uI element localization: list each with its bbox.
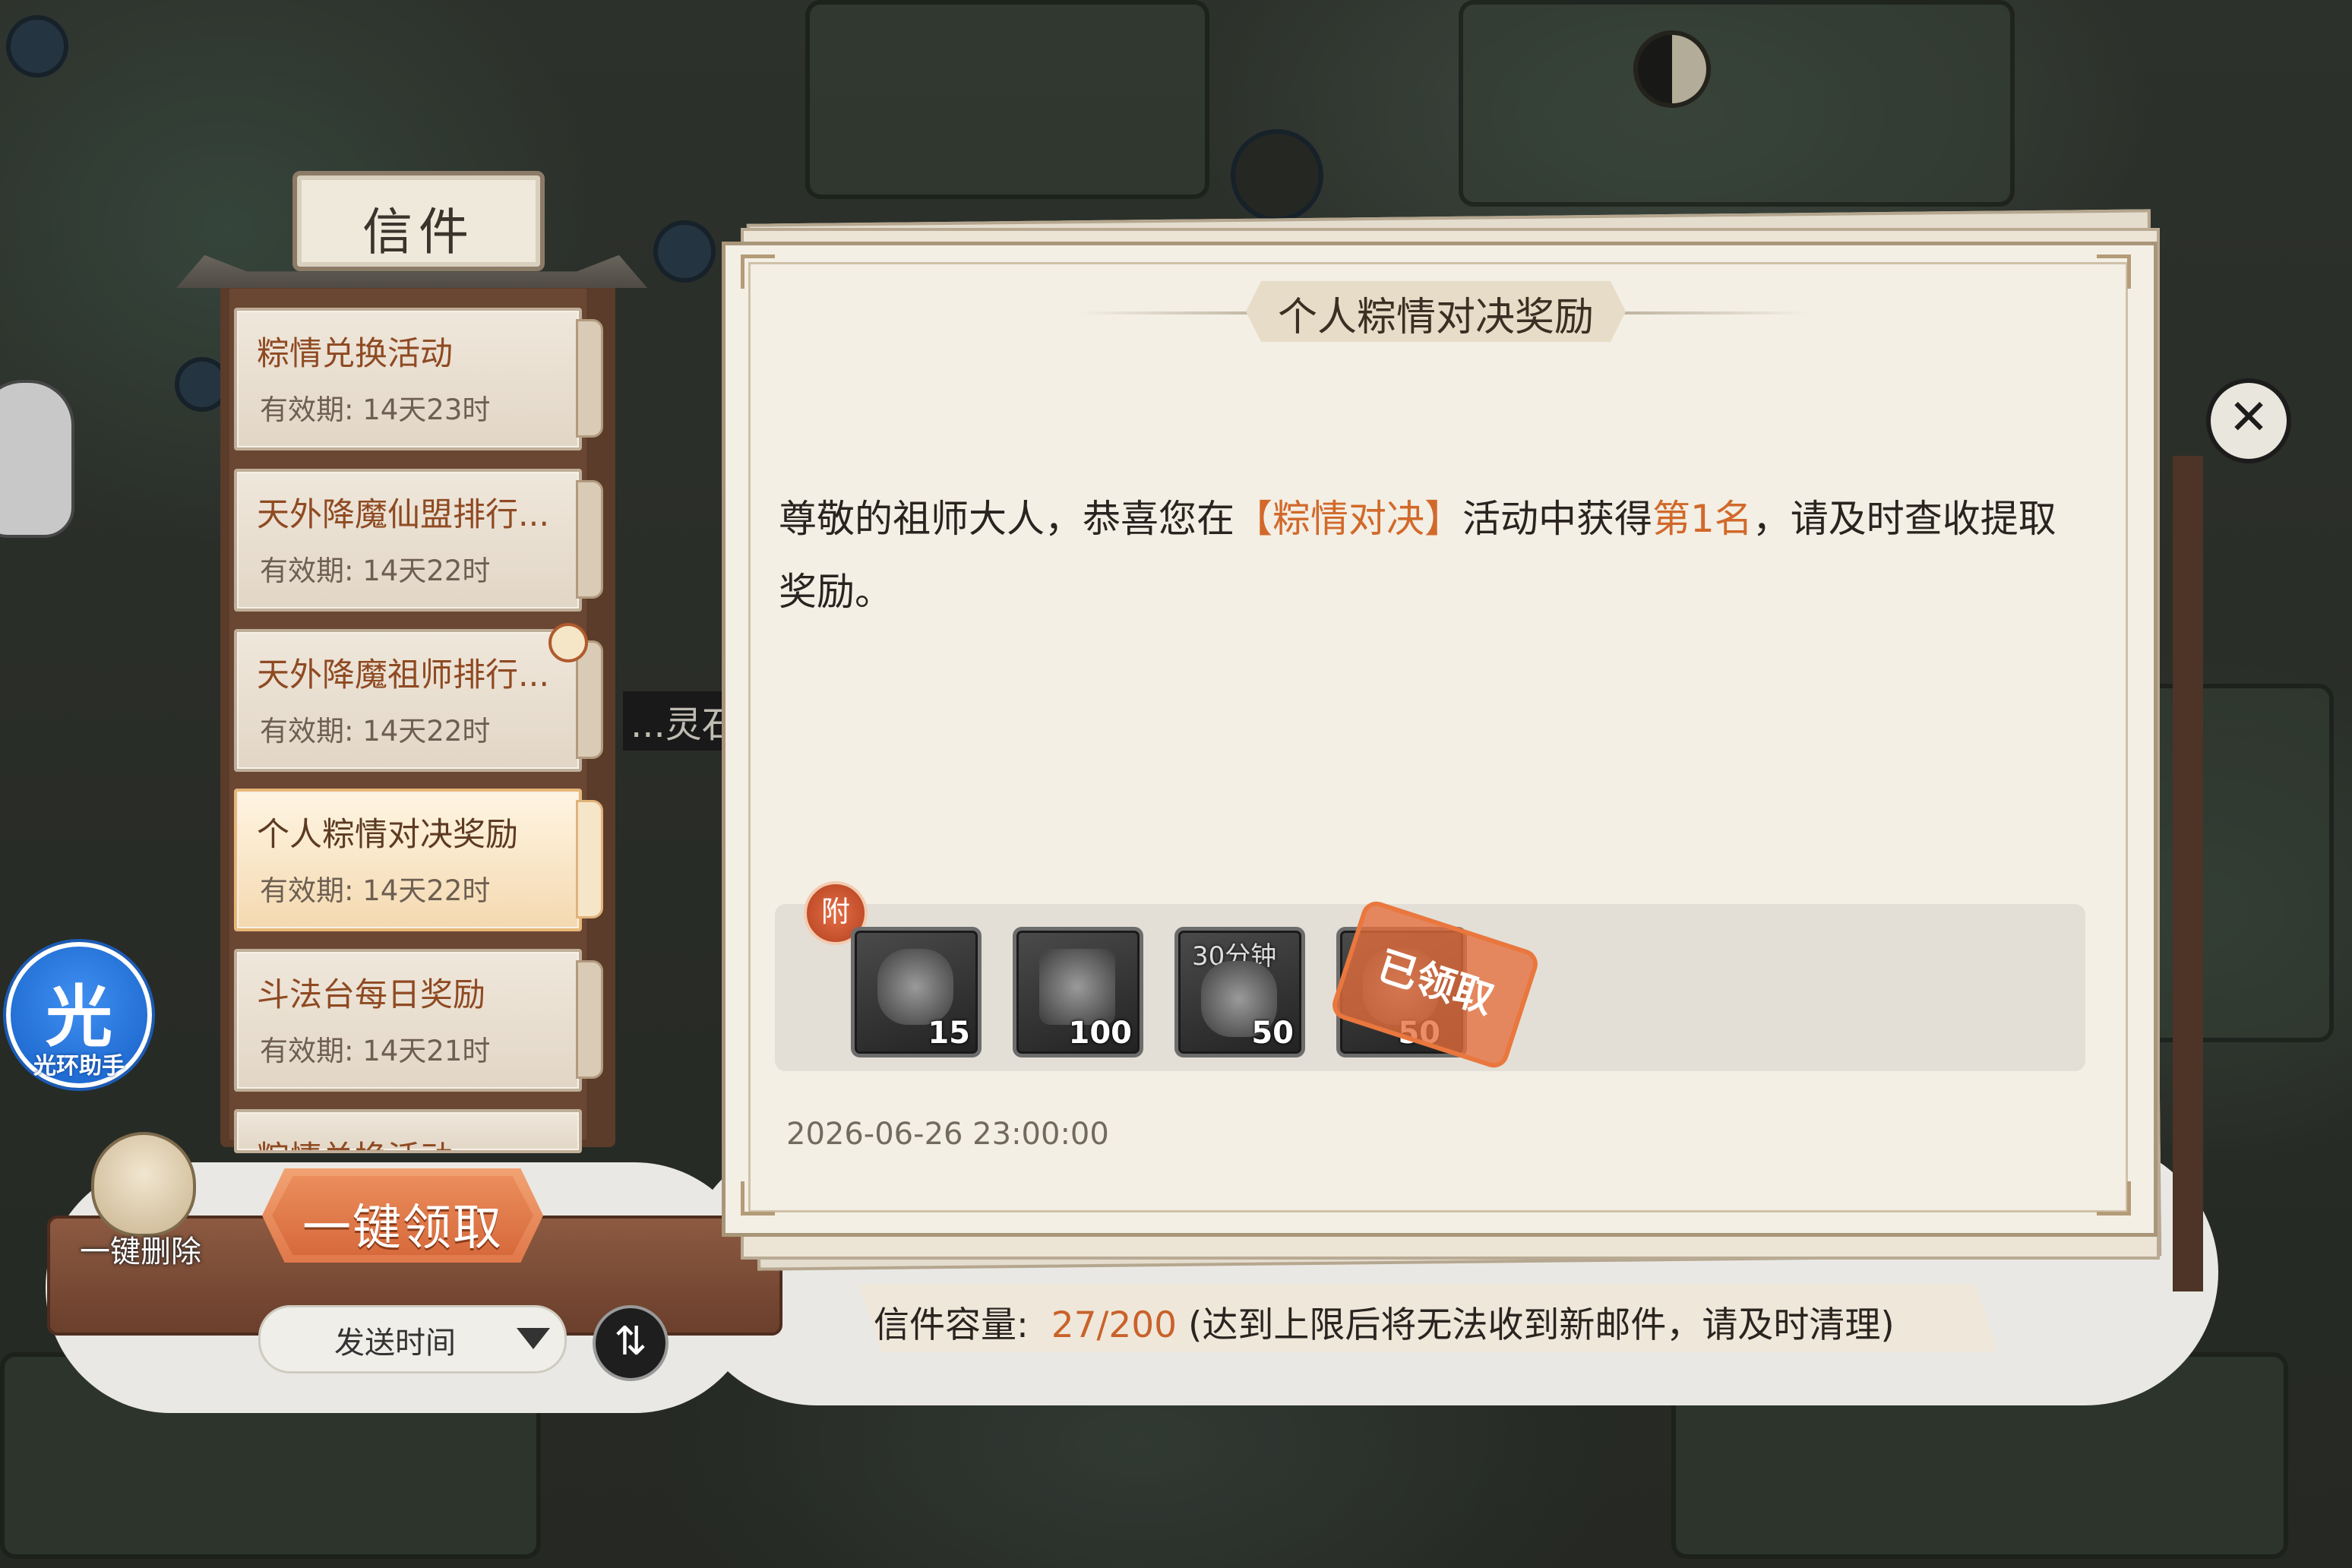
letter-pole: [2173, 456, 2203, 1291]
letter-date: 2026-06-26 23:00:00: [786, 1117, 1109, 1152]
mail-item-validity: 有效期: 14天22时: [260, 715, 491, 748]
letter-title: 个人粽情对决奖励: [1277, 295, 1594, 340]
letter-rank: 第1名: [1652, 497, 1753, 541]
attachment-slot[interactable]: 15: [851, 927, 982, 1057]
sort-dropdown-value: 发送时间: [334, 1326, 456, 1361]
mail-item[interactable]: 天外降魔祖师排行... 有效期: 14天22时: [234, 629, 582, 772]
mail-item-validity: 有效期: 14天23时: [260, 394, 491, 426]
capacity-label: 信件容量:: [874, 1304, 1029, 1346]
triangle-down-icon: [517, 1328, 550, 1349]
letter-body: 尊敬的祖师大人，恭喜您在【粽情对决】活动中获得第1名，请及时查收提取奖励。: [779, 482, 2070, 628]
mail-item-validity: 有效期: 14天22时: [260, 874, 491, 907]
mail-item[interactable]: 斗法台每日奖励 有效期: 14天21时: [234, 949, 582, 1092]
delete-all-button[interactable]: 一键删除: [61, 1227, 220, 1271]
attachment-slot[interactable]: 100: [1013, 927, 1143, 1057]
capacity-note: (达到上限后将无法收到新邮件，请及时清理): [1188, 1304, 1895, 1346]
mail-item-title: 个人粽情对决奖励: [257, 816, 518, 854]
mail-item[interactable]: 粽情兑换活动 有效期: 14天23时: [234, 308, 582, 450]
corner-ornament: [2097, 254, 2131, 289]
mail-item-tab: [576, 960, 603, 1079]
mail-item-tab: [576, 480, 603, 599]
mail-item-validity: 有效期: 14天22时: [260, 555, 491, 587]
sort-order-icon[interactable]: ⇅: [593, 1305, 669, 1381]
attachment-slot[interactable]: 30分钟 50: [1174, 927, 1305, 1057]
mail-item-title: 粽情兑换活动: [257, 1132, 453, 1150]
cloth-bag-icon[interactable]: [91, 1132, 196, 1237]
mail-item-title: 天外降魔祖师排行...: [257, 656, 550, 694]
close-icon[interactable]: ✕: [2206, 378, 2291, 463]
attachment-count: 100: [1068, 1016, 1133, 1051]
claimed-stamp-label: 已领取: [1372, 943, 1500, 1023]
mail-item-validity: 有效期: 14天21时: [260, 1035, 491, 1067]
assistant-logo-char: 光: [45, 978, 112, 1056]
treasure-chest-icon: [1039, 949, 1115, 1025]
mail-item-title: 粽情兑换活动: [257, 335, 453, 373]
gift-bag-icon: [548, 623, 588, 662]
mail-item-selected[interactable]: 个人粽情对决奖励 有效期: 14天22时: [234, 789, 582, 931]
assistant-float-button[interactable]: 光 光环助手: [6, 942, 152, 1088]
corner-ornament: [741, 254, 775, 289]
assistant-label: 光环助手: [33, 1053, 125, 1080]
mail-item-tab: [576, 800, 603, 918]
mail-item-title: 斗法台每日奖励: [257, 976, 485, 1014]
mailbox-title: 信件: [362, 203, 475, 261]
corner-ornament: [741, 1181, 775, 1216]
beast-head-icon: [877, 949, 953, 1025]
letter-body-mid: 活动中获得: [1462, 497, 1652, 541]
attachment-count: 50: [1251, 1016, 1294, 1051]
capacity-info: 信件容量: 27/200 (达到上限后将无法收到新邮件，请及时清理): [874, 1295, 1895, 1348]
corner-ornament: [2097, 1181, 2131, 1216]
letter-event-name: 【粽情对决】: [1234, 497, 1462, 541]
letter-body-prefix: 尊敬的祖师大人，恭喜您在: [779, 497, 1234, 541]
mail-item-title: 天外降魔仙盟排行...: [257, 496, 550, 534]
mail-item[interactable]: 天外降魔仙盟排行... 有效期: 14天22时: [234, 469, 582, 612]
mail-item-tab: [576, 319, 603, 438]
mail-item[interactable]: 粽情兑换活动: [234, 1109, 582, 1153]
attachment-count: 15: [928, 1016, 970, 1051]
claim-all-label: 一键领取: [302, 1200, 503, 1257]
capacity-value: 27/200: [1051, 1304, 1178, 1346]
